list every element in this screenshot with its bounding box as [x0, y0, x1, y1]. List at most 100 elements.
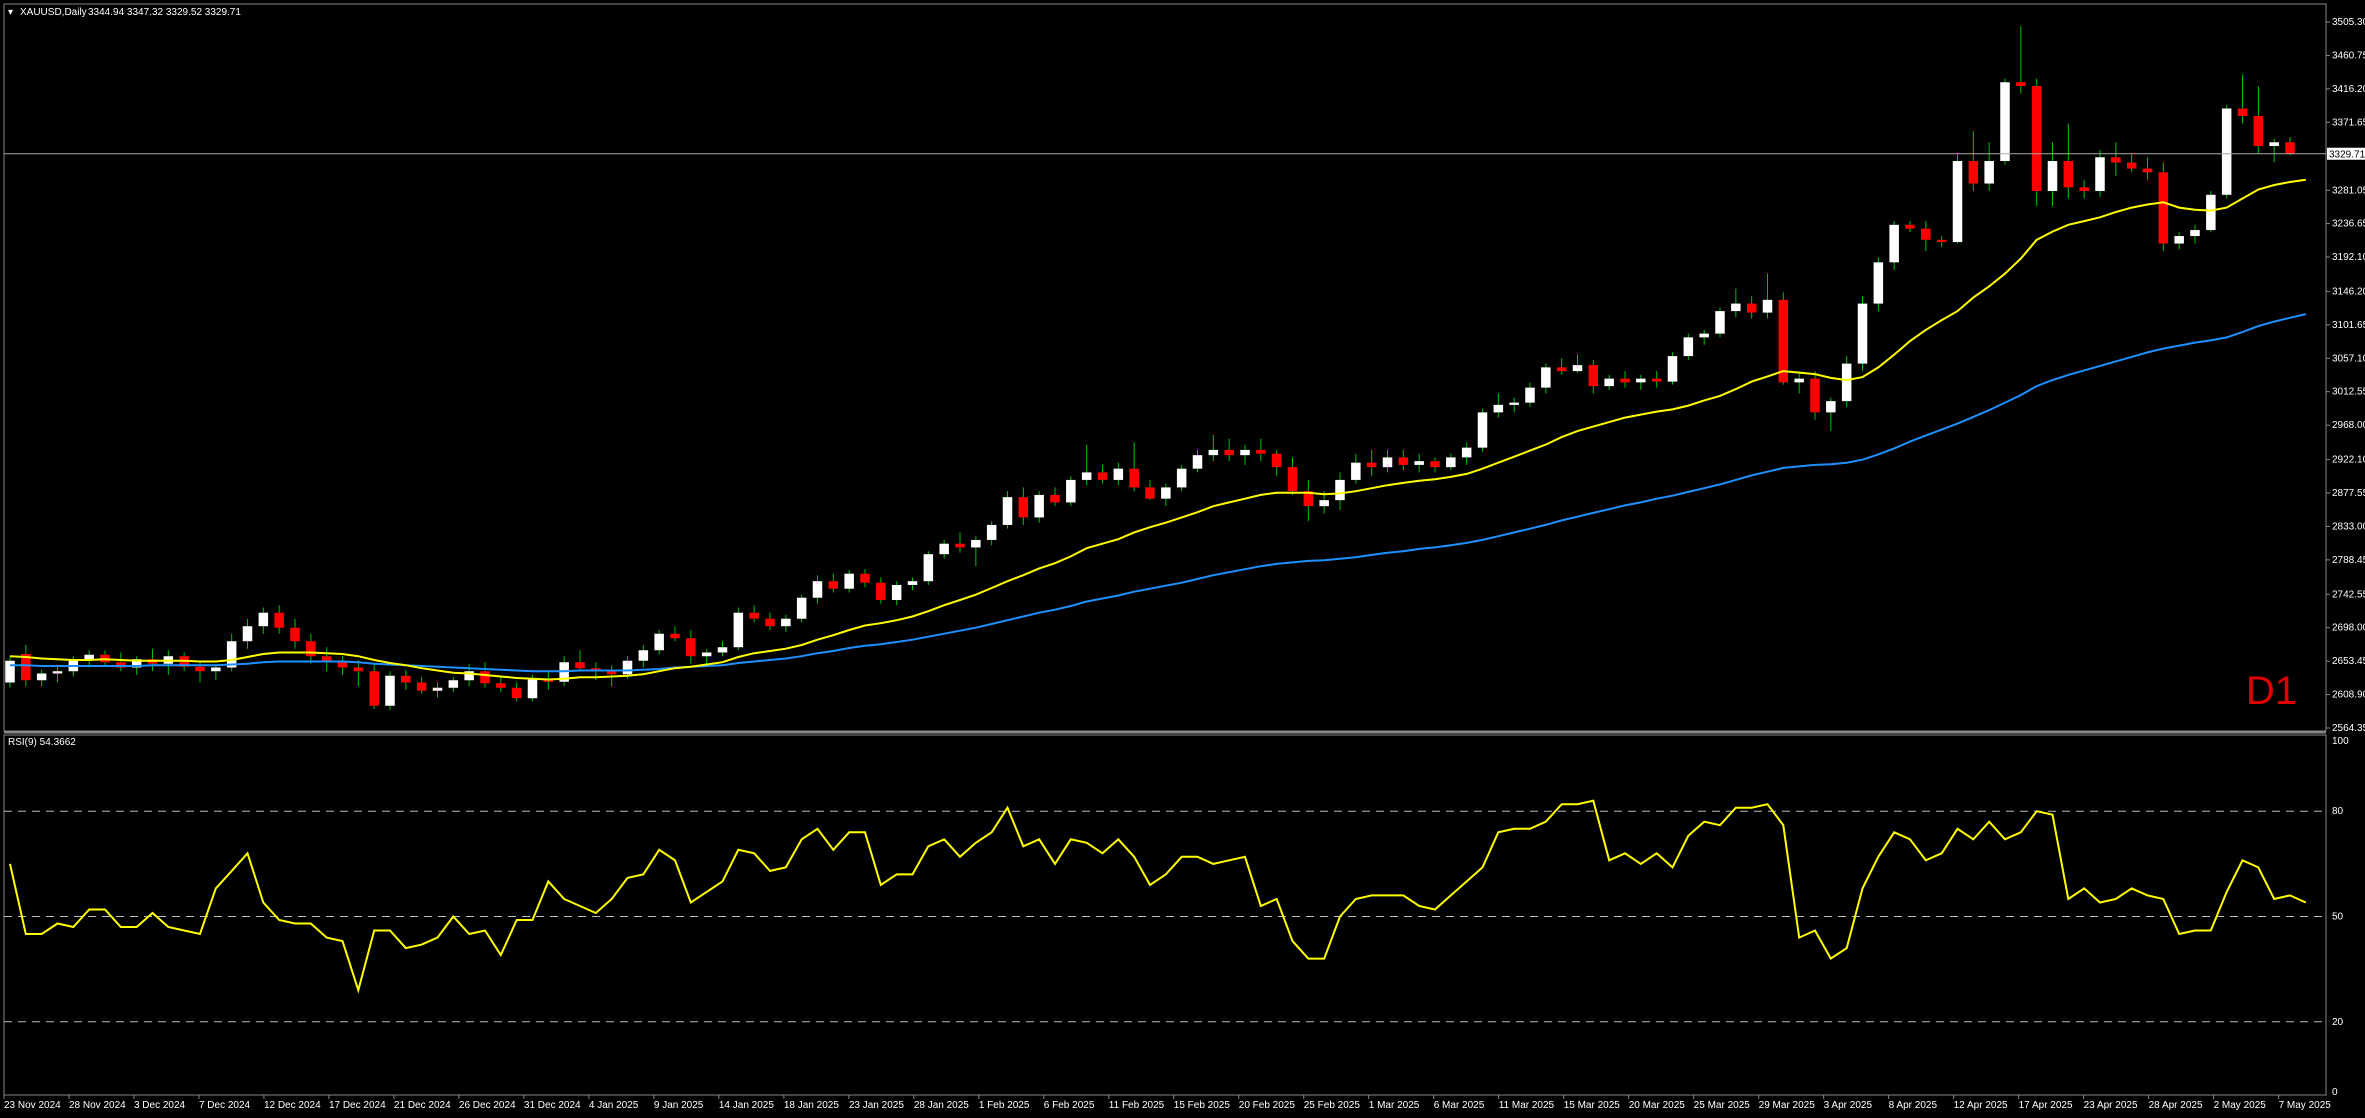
date-tick-label: 8 Apr 2025	[1889, 1100, 1938, 1111]
candle-body	[306, 641, 316, 657]
candle-body	[1192, 455, 1203, 469]
candle-body	[1588, 365, 1599, 387]
price-tick-label: 2653.45	[2332, 656, 2365, 667]
dropdown-icon[interactable]: ▾	[8, 7, 13, 18]
candle-body	[606, 671, 617, 675]
candle-body	[1636, 378, 1646, 383]
rsi-tick-label: 20	[2332, 1017, 2344, 1028]
candle-body	[1018, 497, 1029, 518]
candle-body	[1271, 453, 1282, 468]
candle-body	[971, 539, 981, 548]
price-chart[interactable]: ▾ XAUUSD,Daily 3344.94 3347.32 3329.52 3…	[0, 0, 2365, 1118]
price-tick-label: 3057.10	[2332, 353, 2365, 364]
price-tick-label: 2788.45	[2332, 555, 2365, 566]
candle-body	[939, 543, 949, 555]
candle-body	[195, 666, 205, 672]
price-tick-label: 3281.05	[2332, 185, 2365, 196]
candle-body	[907, 581, 918, 585]
ma-fast-line	[9, 178, 2306, 681]
candle-body	[1667, 356, 1678, 382]
candle-body	[986, 524, 997, 540]
candle-body	[1382, 457, 1393, 468]
candle-body	[2016, 82, 2026, 87]
candle-body	[844, 573, 854, 589]
candle-body	[717, 647, 728, 653]
candle-body	[2126, 162, 2137, 169]
candle-body	[242, 626, 253, 642]
candle-body	[1081, 472, 1092, 480]
candle-body	[860, 573, 870, 583]
candle-body	[2253, 116, 2264, 147]
date-tick-label: 23 Apr 2025	[2084, 1100, 2138, 1111]
candle-body	[385, 675, 395, 706]
candle-body	[527, 678, 538, 699]
candle-body	[1240, 449, 1250, 456]
candle-body	[2047, 161, 2058, 192]
date-tick-label: 1 Mar 2025	[1369, 1100, 1420, 1111]
date-tick-label: 11 Mar 2025	[1499, 1100, 1555, 1111]
candle-body	[1066, 479, 1076, 503]
candle-body	[1651, 378, 1662, 382]
candles	[5, 25, 2295, 711]
candle-body	[496, 683, 506, 688]
candle-body	[5, 660, 15, 683]
candle-body	[1398, 457, 1409, 465]
price-tick-label: 2608.90	[2332, 690, 2365, 701]
ma-slow-line	[10, 313, 2307, 673]
candle-body	[1604, 378, 1614, 387]
main-panel-frame	[3, 3, 2327, 732]
price-tick-label: 3146.20	[2332, 286, 2365, 297]
candle-body	[2158, 172, 2169, 244]
candle-body	[1857, 303, 1868, 364]
candle-body	[622, 660, 633, 675]
candle-body	[2237, 108, 2248, 117]
candle-body	[1921, 228, 1931, 240]
candle-body	[1493, 404, 1504, 413]
candle-body	[1366, 462, 1377, 468]
candle-body	[1968, 161, 1979, 184]
candle-body	[211, 667, 221, 672]
date-tick-label: 21 Dec 2024	[394, 1100, 451, 1111]
candle-body	[36, 673, 47, 681]
candle-body	[812, 581, 823, 598]
rsi-line	[9, 799, 2307, 994]
symbol-label: XAUUSD,Daily	[20, 7, 87, 18]
candle-body	[2206, 194, 2216, 231]
candle-body	[1746, 303, 1757, 313]
candle-body	[1889, 224, 1899, 263]
candle-body	[1145, 487, 1155, 499]
candle-body	[258, 612, 269, 627]
rsi-label: RSI(9) 54.3662	[8, 737, 76, 748]
candle-body	[1509, 402, 1519, 405]
date-tick-label: 23 Jan 2025	[849, 1100, 904, 1111]
date-tick-label: 17 Dec 2024	[329, 1100, 386, 1111]
candle-body	[670, 633, 680, 639]
price-tick-label: 3101.65	[2332, 320, 2365, 331]
date-tick-label: 25 Mar 2025	[1694, 1100, 1751, 1111]
ohlc-values: 3344.94 3347.32 3329.52 3329.71	[88, 7, 241, 18]
candle-body	[701, 652, 712, 657]
candle-body	[2079, 187, 2089, 192]
candle-body	[1794, 378, 1804, 383]
candle-body	[923, 554, 934, 582]
date-tick-label: 14 Jan 2025	[719, 1100, 774, 1111]
rsi-tick-label: 0	[2332, 1087, 2338, 1098]
candle-body	[1446, 457, 1456, 468]
candle-body	[686, 638, 696, 657]
date-tick-label: 25 Feb 2025	[1304, 1100, 1361, 1111]
candle-body	[432, 687, 443, 691]
candle-body	[1873, 262, 1884, 304]
date-tick-label: 11 Feb 2025	[1109, 1100, 1165, 1111]
current-price-value: 3329.71	[2329, 150, 2365, 161]
price-tick-label: 3012.55	[2332, 387, 2365, 398]
candle-body	[1525, 387, 1535, 403]
candle-body	[290, 627, 300, 642]
candle-body	[1762, 299, 1773, 313]
candle-body	[1556, 367, 1567, 372]
candle-body	[1572, 365, 1583, 372]
date-tick-label: 12 Dec 2024	[264, 1100, 321, 1111]
rsi-tick-label: 100	[2332, 736, 2349, 747]
date-tick-label: 29 Mar 2025	[1759, 1100, 1816, 1111]
date-tick-label: 26 Dec 2024	[459, 1100, 516, 1111]
price-tick-label: 3460.75	[2332, 50, 2365, 61]
